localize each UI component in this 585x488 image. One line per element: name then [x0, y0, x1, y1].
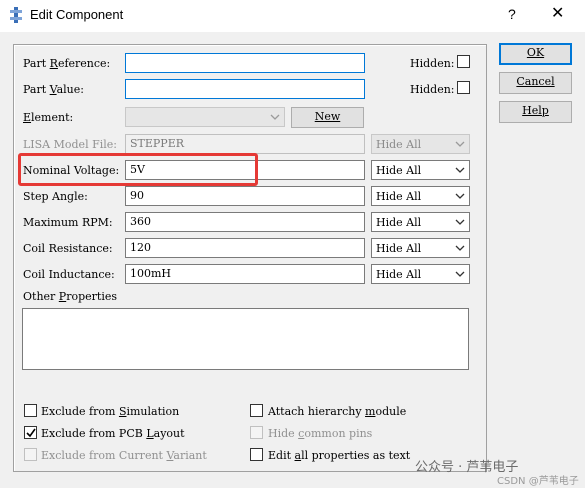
hidden-label-value: Hidden:	[410, 83, 455, 96]
chevron-down-icon	[455, 167, 465, 173]
element-label: Element:	[23, 111, 74, 124]
new-button[interactable]: New	[291, 107, 364, 128]
visibility-dropdown[interactable]: Hide All	[371, 160, 470, 180]
title-bar: Edit Component ? ✕	[0, 0, 585, 32]
visibility-dropdown[interactable]: Hide All	[371, 212, 470, 232]
chevron-down-icon	[270, 114, 280, 120]
other-properties-label: Other Properties	[23, 290, 117, 303]
watermark-csdn: CSDN @芦苇电子	[497, 476, 579, 487]
chevron-down-icon	[455, 245, 465, 251]
visibility-dropdown[interactable]: Hide All	[371, 134, 470, 154]
checkmark-icon	[26, 428, 36, 438]
exclude-pcb-label: Exclude from PCB Layout	[41, 427, 185, 440]
edit-all-checkbox[interactable]	[250, 448, 263, 461]
chevron-down-icon	[455, 193, 465, 199]
property-label: Maximum RPM:	[23, 216, 113, 229]
part-reference-label: Part Reference:	[23, 57, 111, 70]
hidden-value-checkbox[interactable]	[457, 81, 470, 94]
attach-hierarchy-checkbox[interactable]	[250, 404, 263, 417]
visibility-dropdown[interactable]: Hide All	[371, 264, 470, 284]
property-label: Coil Resistance:	[23, 242, 113, 255]
chevron-down-icon	[455, 219, 465, 225]
edit-all-label: Edit all properties as text	[268, 449, 411, 462]
property-label: Step Angle:	[23, 190, 88, 203]
property-value-input[interactable]: 90	[125, 186, 365, 206]
chevron-down-icon	[455, 271, 465, 277]
visibility-value: Hide All	[376, 164, 422, 177]
part-value-input[interactable]	[125, 79, 365, 99]
property-label: Coil Inductance:	[23, 268, 115, 281]
hidden-reference-checkbox[interactable]	[457, 55, 470, 68]
exclude-simulation-label: Exclude from Simulation	[41, 405, 180, 418]
help-button[interactable]: Help	[499, 101, 572, 123]
property-value-input[interactable]: 100mH	[125, 264, 365, 284]
visibility-value: Hide All	[376, 190, 422, 203]
exclude-simulation-checkbox[interactable]	[24, 404, 37, 417]
property-value-input[interactable]: 360	[125, 212, 365, 232]
visibility-value: Hide All	[376, 138, 422, 151]
visibility-value: Hide All	[376, 268, 422, 281]
visibility-dropdown[interactable]: Hide All	[371, 238, 470, 258]
visibility-value: Hide All	[376, 242, 422, 255]
property-value-input[interactable]: STEPPER	[125, 134, 365, 154]
window-title: Edit Component	[30, 7, 124, 22]
visibility-value: Hide All	[376, 216, 422, 229]
part-reference-input[interactable]	[125, 53, 365, 73]
cancel-button[interactable]: Cancel	[499, 72, 572, 94]
chevron-down-icon	[455, 141, 465, 147]
attach-hierarchy-label: Attach hierarchy module	[268, 405, 407, 418]
exclude-variant-checkbox[interactable]	[24, 448, 37, 461]
ok-button[interactable]: OK	[499, 43, 572, 65]
help-title-button[interactable]: ?	[508, 6, 516, 22]
hide-common-pins-label: Hide common pins	[268, 427, 373, 440]
exclude-variant-label: Exclude from Current Variant	[41, 449, 207, 462]
visibility-dropdown[interactable]: Hide All	[371, 186, 470, 206]
part-value-label: Part Value:	[23, 83, 84, 96]
element-dropdown[interactable]	[125, 107, 285, 127]
exclude-pcb-checkbox[interactable]	[24, 426, 37, 439]
property-value-input[interactable]: 120	[125, 238, 365, 258]
close-button[interactable]: ✕	[551, 3, 564, 22]
component-icon	[10, 7, 22, 23]
hidden-label-reference: Hidden:	[410, 57, 455, 70]
highlight-box	[18, 153, 258, 186]
property-label: LISA Model File:	[23, 138, 117, 151]
hide-common-pins-checkbox[interactable]	[250, 426, 263, 439]
other-properties-textarea[interactable]	[22, 308, 469, 370]
